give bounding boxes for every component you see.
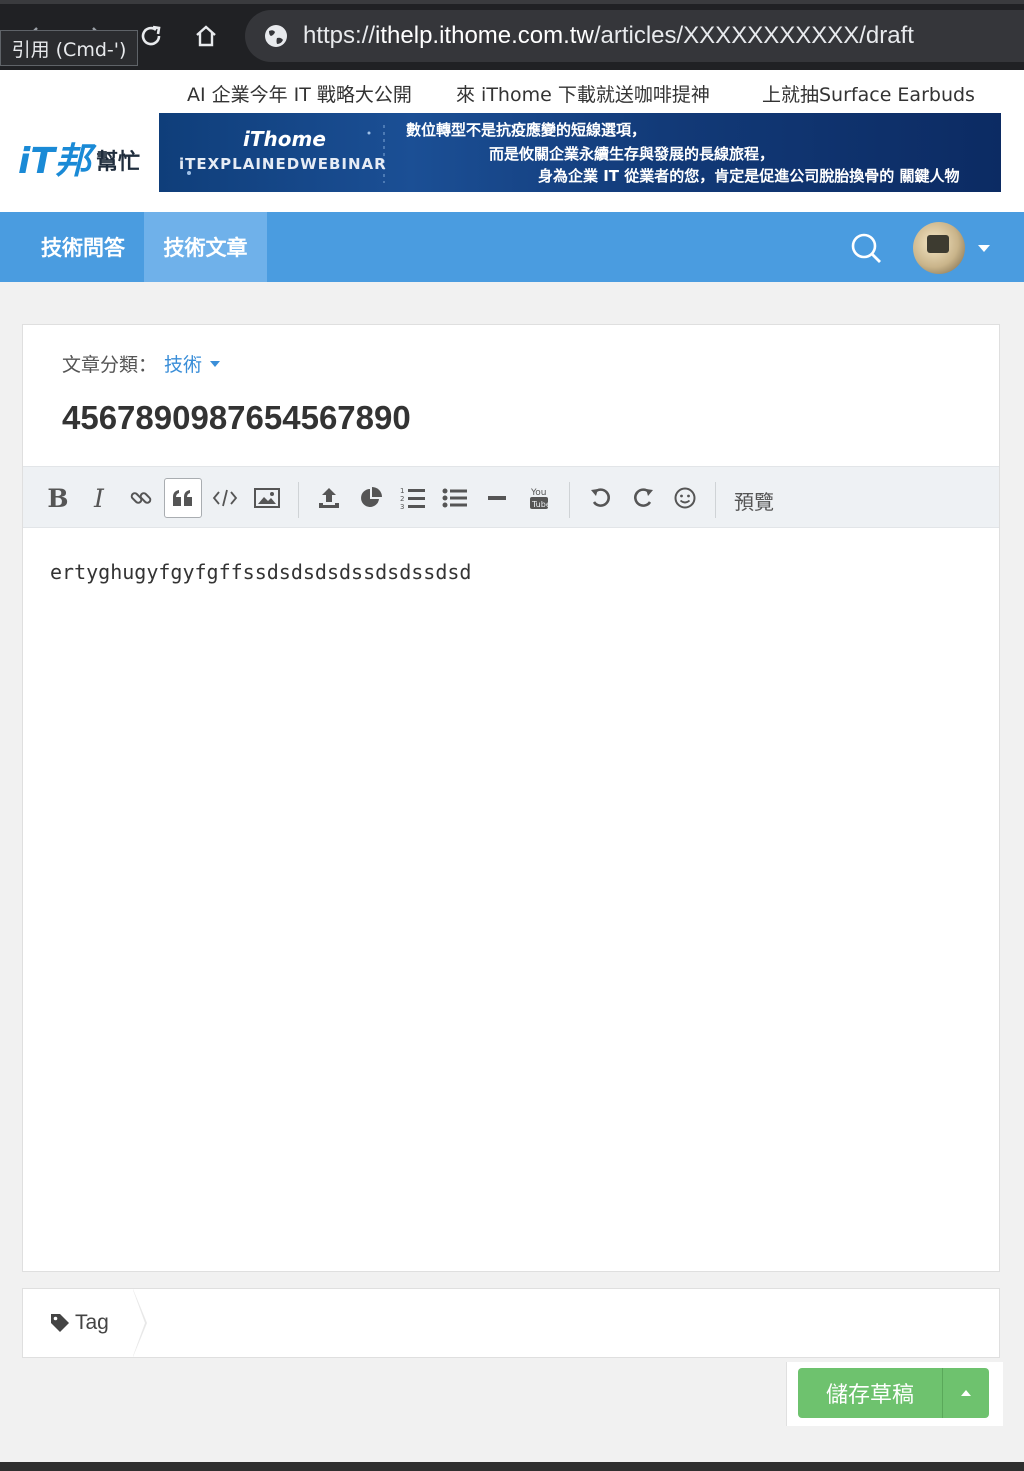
user-avatar[interactable]: [913, 222, 965, 274]
category-caret-icon[interactable]: [210, 361, 220, 367]
ithelp-logo[interactable]: iT邦 幫忙: [18, 130, 148, 182]
tab-articles[interactable]: 技術文章: [144, 212, 267, 282]
category-label: 文章分類：: [62, 354, 158, 376]
svg-text:3: 3: [400, 503, 404, 510]
banner-line-2: 而是攸關企業永續生存與發展的長線旅程，: [489, 145, 775, 163]
image-icon[interactable]: [248, 478, 286, 518]
address-bar[interactable]: https://ithelp.ithome.com.tw/articles/XX…: [245, 10, 1024, 62]
title-input[interactable]: [62, 396, 962, 440]
banner-line-3: 身為企業 IT 從業者的您，肯定是促進公司脫胎換骨的 關鍵人物: [538, 167, 960, 185]
tag-label-arrow-fill: [133, 1290, 145, 1356]
site-info-icon[interactable]: [263, 23, 289, 49]
banner-subbrand: iTEXPLAINEDWEBINAR: [179, 155, 387, 173]
italic-icon[interactable]: I: [80, 478, 118, 518]
home-icon[interactable]: [188, 18, 224, 54]
tag-icon: [51, 1314, 69, 1332]
horizontal-rule-icon[interactable]: [478, 478, 516, 518]
svg-text:1: 1: [400, 487, 404, 495]
redo-icon[interactable]: [624, 478, 662, 518]
url-path: /articles/XXXXXXXXXXX/draft: [593, 22, 914, 49]
article-body-editor[interactable]: ertyghugyfgyfgffssdsdsdsdssdsdssdsd: [50, 560, 970, 1250]
logo-main-text: iT邦: [18, 141, 91, 182]
save-options-toggle[interactable]: [942, 1368, 989, 1418]
url-host: ithelp.ithome.com.tw: [375, 22, 594, 49]
user-menu-caret-icon[interactable]: [978, 245, 990, 252]
bullet-list-icon[interactable]: [436, 478, 474, 518]
emoji-icon[interactable]: [666, 478, 704, 518]
toolbar-divider: [715, 482, 716, 518]
svg-text:Tube: Tube: [531, 500, 550, 509]
undo-icon[interactable]: [582, 478, 620, 518]
url-text[interactable]: https://ithelp.ithome.com.tw/articles/XX…: [303, 22, 914, 50]
reload-icon[interactable]: [133, 18, 169, 54]
tag-input[interactable]: [160, 1300, 984, 1348]
top-link-ai[interactable]: AI 企業今年 IT 戰略大公開: [187, 80, 412, 106]
save-draft-button[interactable]: 儲存草稿: [798, 1368, 942, 1418]
ordered-list-icon[interactable]: 123: [394, 478, 432, 518]
window-bottom-edge: [0, 1462, 1024, 1471]
banner-decoration: [187, 125, 385, 183]
browser-top-edge: [0, 0, 1024, 4]
search-icon[interactable]: [848, 230, 884, 266]
category-dropdown[interactable]: 技術: [164, 350, 202, 377]
youtube-icon[interactable]: You Tube: [520, 478, 558, 518]
top-link-surface[interactable]: 上就抽Surface Earbuds: [762, 80, 975, 106]
ad-banner[interactable]: iThome iTEXPLAINEDWEBINAR 數位轉型不是抗疫應變的短線選…: [159, 113, 1001, 192]
toolbar-divider: [569, 482, 570, 518]
chart-icon[interactable]: [352, 478, 390, 518]
url-scheme: https://: [303, 22, 376, 49]
banner-line-1: 數位轉型不是抗疫應變的短線選項，: [406, 121, 647, 139]
toolbar-divider: [298, 482, 299, 518]
top-link-download[interactable]: 來 iThome 下載就送咖啡提神: [456, 80, 710, 106]
upload-icon[interactable]: [310, 478, 348, 518]
tag-label-text: Tag: [75, 1311, 109, 1334]
code-icon[interactable]: [206, 478, 244, 518]
svg-text:You: You: [530, 488, 547, 498]
quote-icon[interactable]: [164, 478, 202, 518]
caret-up-icon: [961, 1390, 971, 1396]
logo-sub-text: 幫忙: [96, 150, 141, 175]
tooltip: 引用 (Cmd-'): [0, 30, 138, 66]
banner-brand: iThome: [243, 127, 326, 151]
avatar-image: [927, 235, 949, 253]
bold-icon[interactable]: B: [39, 478, 77, 518]
preview-button[interactable]: 預覽: [734, 486, 774, 515]
tab-qa[interactable]: 技術問答: [22, 212, 144, 282]
tag-label: Tag: [23, 1289, 135, 1357]
svg-text:2: 2: [400, 495, 404, 503]
link-icon[interactable]: [122, 478, 160, 518]
